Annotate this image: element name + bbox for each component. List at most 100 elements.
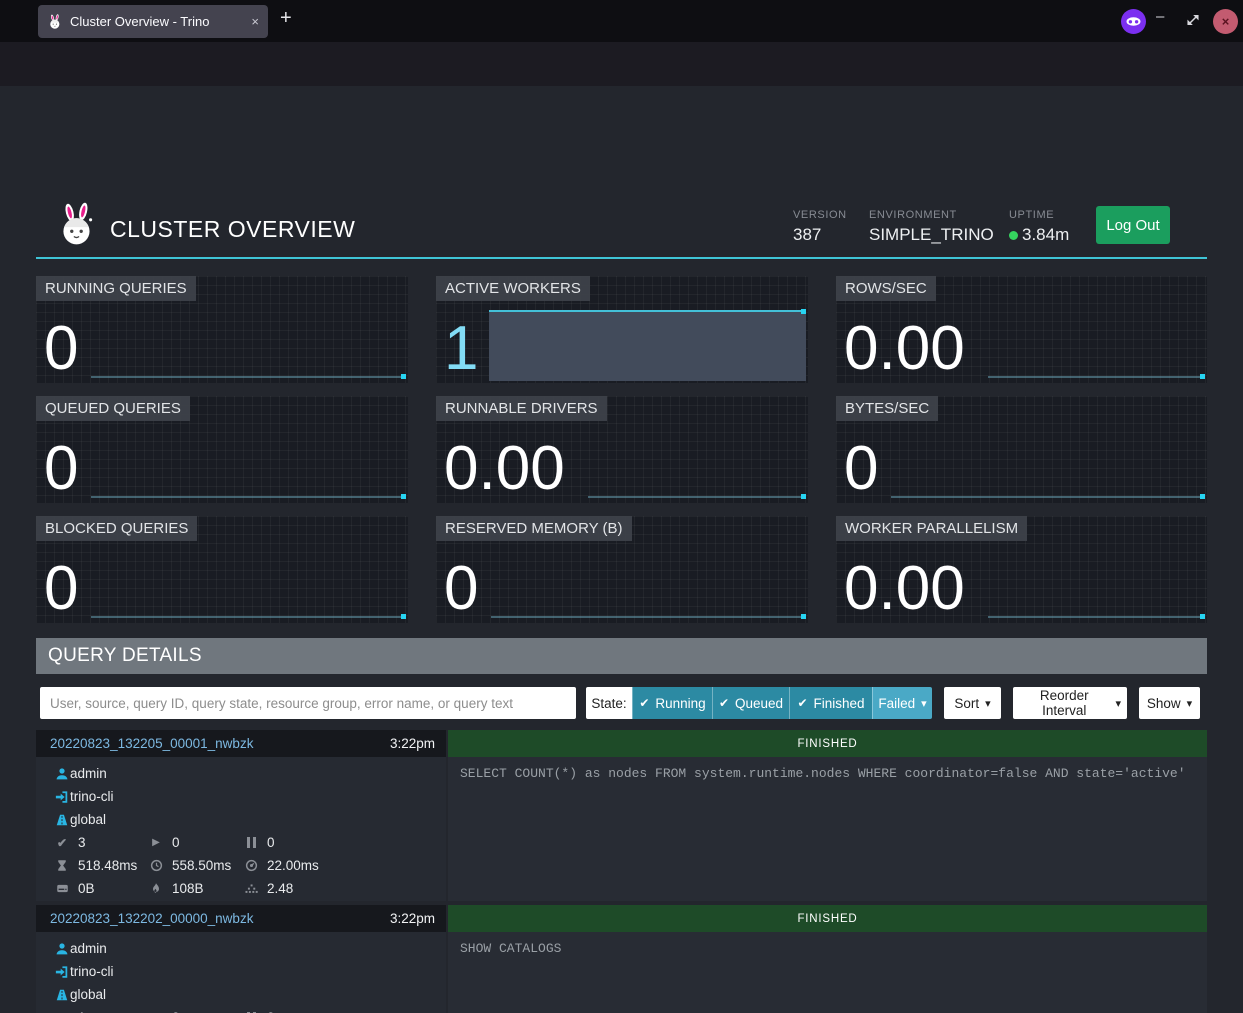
filter-queued-button[interactable]: ✔ Queued: [712, 687, 789, 719]
logout-button[interactable]: Log Out: [1096, 206, 1170, 244]
query-details-header: QUERY DETAILS: [36, 638, 1207, 674]
check-icon: ✔: [797, 696, 807, 710]
sparkline: [91, 376, 405, 378]
stat-value: 0: [444, 560, 478, 619]
query-sql-text: SHOW CATALOGS: [448, 932, 1207, 1013]
chevron-down-icon: ▾: [1187, 697, 1193, 710]
filter-failed-dropdown[interactable]: Failed ▾: [872, 687, 932, 719]
check-icon: ✔: [639, 696, 649, 710]
stat-label: RESERVED MEMORY (B): [436, 516, 632, 541]
check-icon: ✔: [719, 696, 729, 710]
chevron-down-icon: ▾: [985, 697, 991, 710]
query-source: trino-cli: [70, 964, 114, 979]
trino-page: CLUSTER OVERVIEW VERSION 387 ENVIRONMENT…: [0, 86, 1243, 1013]
state-label: State:: [586, 687, 632, 719]
filter-finished-button[interactable]: ✔ Finished: [789, 687, 872, 719]
peak-memory-flame-icon: [148, 881, 164, 897]
uptime-label: UPTIME: [1009, 209, 1054, 221]
trino-favicon: [47, 14, 63, 30]
uptime-value: 3.84m: [1009, 225, 1069, 245]
stat-card-worker-parallelism: WORKER PARALLELISM 0.00: [836, 516, 1207, 623]
cpu-time-clock-icon: [148, 858, 164, 874]
completed-splits-icon: ✔: [54, 1010, 70, 1013]
cumulative-memory-chart-icon: [243, 881, 259, 897]
page-title: CLUSTER OVERVIEW: [110, 216, 355, 243]
stat-card-runnable-drivers: RUNNABLE DRIVERS 0.00: [436, 396, 808, 503]
execution-time-gauge-icon: [243, 858, 259, 874]
window-minimize-button[interactable]: –: [1156, 8, 1164, 25]
stat-value: 0: [44, 320, 78, 379]
stat-execution-time: 22.00ms: [267, 858, 319, 873]
search-input[interactable]: [40, 687, 576, 719]
stat-value: 0.00: [844, 560, 965, 619]
chevron-down-icon: ▾: [921, 697, 927, 710]
sparkline: [988, 376, 1204, 378]
version-value: 387: [793, 225, 821, 245]
sparkline-dot: [401, 494, 406, 499]
stat-card-running-queries: RUNNING QUERIES 0: [36, 276, 408, 383]
sparkline: [91, 616, 405, 618]
filter-running-button[interactable]: ✔ Running: [632, 687, 712, 719]
private-browsing-icon: [1121, 9, 1146, 34]
running-splits-icon: ▶: [148, 835, 164, 851]
sparkline-dot: [1200, 614, 1205, 619]
query-summary: admin trino-cli global ✔3 ▶0 0 518.48ms …: [36, 757, 446, 901]
reorder-interval-dropdown[interactable]: Reorder Interval ▾: [1013, 687, 1127, 719]
stat-value: 0: [844, 440, 878, 499]
sparkline-dot: [1200, 494, 1205, 499]
window-restore-button[interactable]: [1186, 13, 1200, 27]
show-dropdown[interactable]: Show ▾: [1139, 687, 1200, 719]
stat-card-bytes-sec: BYTES/SEC 0: [836, 396, 1207, 503]
sparkline-dot: [401, 374, 406, 379]
browser-tab[interactable]: Cluster Overview - Trino ×: [38, 5, 268, 38]
query-sql-text: SELECT COUNT(*) as nodes FROM system.run…: [448, 757, 1207, 901]
wall-time-hourglass-icon: [54, 858, 70, 874]
browser-navbar: ← → https://localhost:8443/ui/ ☆ − | 100…: [0, 42, 1243, 86]
new-tab-button[interactable]: +: [280, 7, 292, 30]
user-icon: [54, 766, 70, 782]
stat-completed-splits: 3: [78, 835, 86, 850]
sparkline: [491, 616, 805, 618]
sparkline: [891, 496, 1204, 498]
stat-wall-time: 518.48ms: [78, 858, 137, 873]
environment-value: SIMPLE_TRINO: [869, 225, 994, 245]
query-id-link[interactable]: 20220823_132202_00000_nwbzk: [50, 911, 390, 926]
road-resource-group-icon: [54, 987, 70, 1003]
trino-logo: [56, 202, 98, 248]
query-time: 3:22pm: [390, 736, 435, 751]
query-status-badge: FINISHED: [448, 905, 1207, 932]
sparkline: [988, 616, 1204, 618]
tab-close-icon[interactable]: ×: [251, 14, 259, 29]
sparkline-dot: [1200, 374, 1205, 379]
stat-label: ROWS/SEC: [836, 276, 936, 301]
completed-splits-icon: ✔: [54, 835, 70, 851]
stat-label: QUEUED QUERIES: [36, 396, 190, 421]
stat-value: 0: [44, 440, 78, 499]
window-close-button[interactable]: ×: [1213, 9, 1238, 34]
stat-peak-memory: 108B: [172, 881, 204, 896]
query-source: trino-cli: [70, 789, 114, 804]
stat-value: 0.00: [844, 320, 965, 379]
sparkline-dot: [801, 614, 806, 619]
browser-tab-strip: Cluster Overview - Trino × + – ×: [0, 0, 1243, 42]
sparkline-dot: [801, 494, 806, 499]
sparkline-dot: [801, 309, 806, 314]
stat-card-active-workers: ACTIVE WORKERS 1: [436, 276, 808, 383]
stat-current-memory: 0B: [78, 881, 95, 896]
stat-label: BYTES/SEC: [836, 396, 938, 421]
query-id-link[interactable]: 20220823_132205_00001_nwbzk: [50, 736, 390, 751]
road-resource-group-icon: [54, 812, 70, 828]
query-status-badge: FINISHED: [448, 730, 1207, 757]
stat-value: 0: [44, 560, 78, 619]
sort-dropdown[interactable]: Sort ▾: [944, 687, 1001, 719]
sign-in-source-icon: [54, 964, 70, 980]
query-user: admin: [70, 766, 107, 781]
query-resource-group: global: [70, 812, 106, 827]
stat-cumulative-memory: 2.48: [267, 881, 293, 896]
uptime-status-dot: [1009, 231, 1018, 240]
sign-in-source-icon: [54, 789, 70, 805]
sparkline: [588, 496, 805, 498]
queued-splits-icon: [243, 835, 259, 851]
header-divider: [36, 257, 1207, 259]
sparkline: [91, 496, 405, 498]
